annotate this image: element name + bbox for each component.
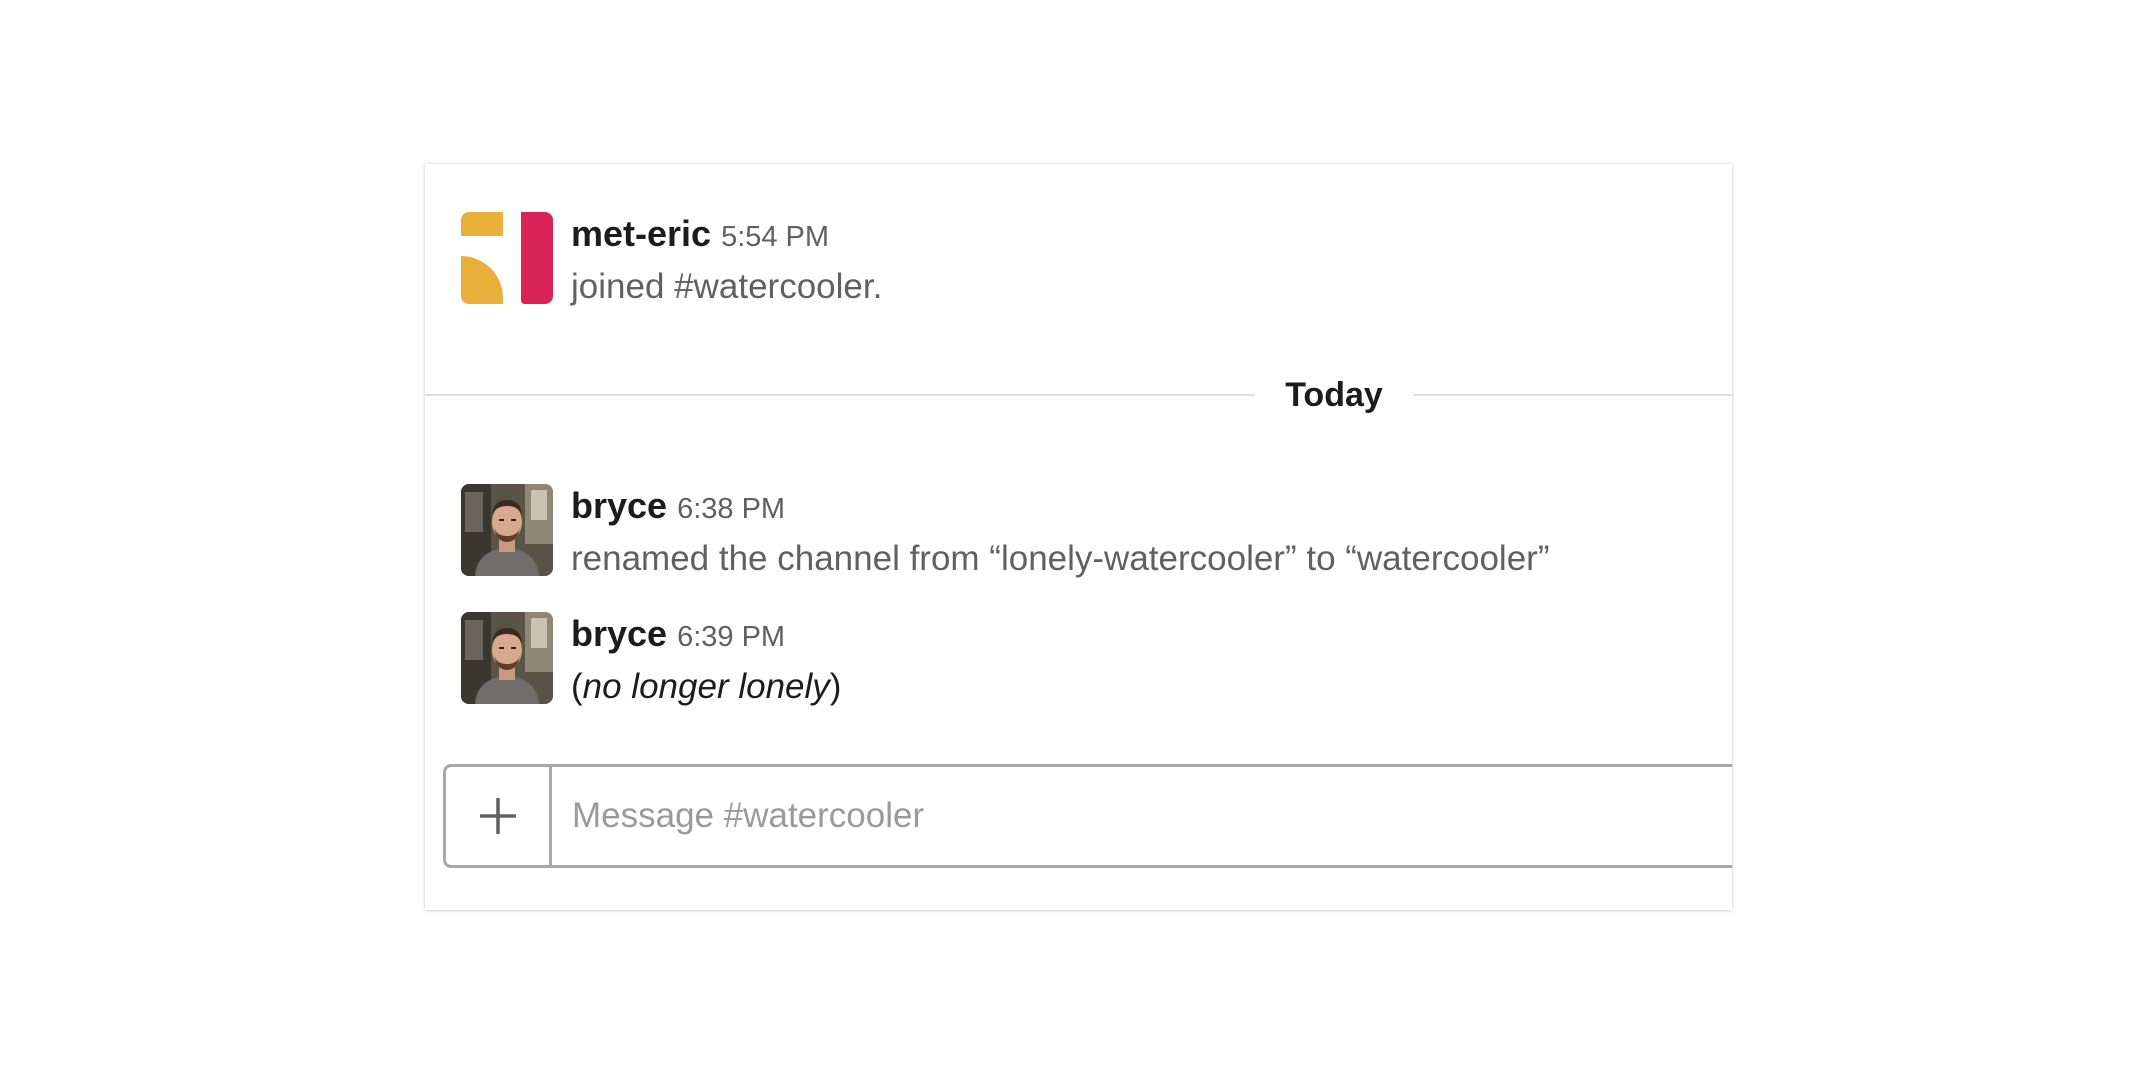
message-timestamp[interactable]: 6:38 PM: [677, 493, 785, 525]
message-pane: met-eric 5:54 PM joined #watercooler. Tod…: [425, 164, 1732, 910]
attach-button[interactable]: [446, 767, 552, 865]
message-timestamp[interactable]: 6:39 PM: [677, 621, 785, 653]
user-photo-avatar[interactable]: [461, 612, 553, 704]
plus-icon: [480, 798, 516, 834]
divider-line: [425, 394, 1732, 396]
text-close-paren: ): [829, 667, 842, 706]
sender-name[interactable]: bryce: [571, 613, 667, 654]
message-text: joined #watercooler.: [571, 267, 883, 306]
sender-name[interactable]: bryce: [571, 485, 667, 526]
user-photo-avatar[interactable]: [461, 484, 553, 576]
message-item: met-eric 5:54 PM joined #watercooler.: [461, 212, 1732, 312]
sender-name[interactable]: met-eric: [571, 213, 711, 254]
message-item: bryce 6:38 PM renamed the channel from “l…: [461, 484, 1732, 584]
message-text: renamed the channel from “lonely-waterco…: [571, 539, 1550, 578]
divider-label-today[interactable]: Today: [1255, 368, 1413, 422]
message-text: (no longer lonely): [571, 664, 1732, 710]
message-composer: [443, 764, 1732, 868]
message-timestamp[interactable]: 5:54 PM: [721, 221, 829, 253]
met-eric-logo-icon[interactable]: [461, 212, 553, 304]
italic-text: no longer lonely: [582, 667, 830, 706]
message-input[interactable]: [552, 767, 1732, 865]
text-open-paren: (: [571, 667, 583, 706]
message-item: bryce 6:39 PM (no longer lonely): [461, 612, 1732, 712]
